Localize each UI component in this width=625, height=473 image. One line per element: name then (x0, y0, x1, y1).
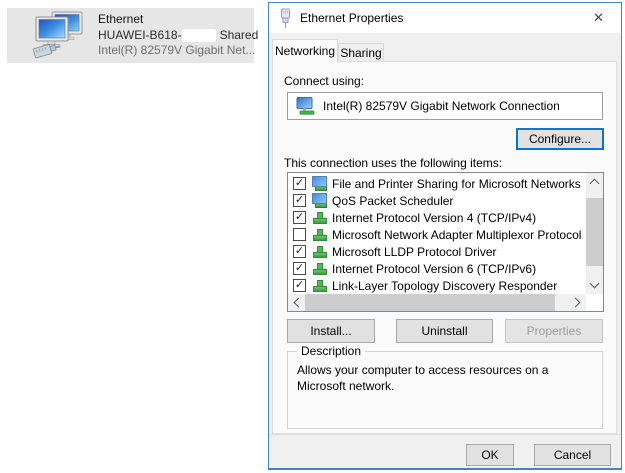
configure-button[interactable]: Configure... (516, 128, 604, 150)
redacted-text (181, 28, 216, 42)
dialog-titlebar: Ethernet Properties ✕ (269, 3, 621, 33)
dialog-title: Ethernet Properties (300, 11, 404, 25)
close-icon: ✕ (593, 9, 604, 25)
checkbox[interactable] (293, 228, 306, 241)
properties-button: Properties (505, 319, 603, 343)
description-text: Allows your computer to access resources… (297, 363, 549, 393)
checkbox[interactable]: ✓ (293, 194, 306, 207)
list-item-label: Internet Protocol Version 6 (TCP/IPv6) (332, 261, 537, 276)
protocol-icon (311, 261, 328, 276)
vertical-scrollbar-thumb[interactable] (586, 198, 603, 266)
ethernet-properties-dialog: Ethernet Properties ✕ Networking Sharing… (268, 2, 622, 470)
tab-networking[interactable]: Networking (272, 39, 338, 62)
connection-network: HUAWEI-B618- Shared (98, 27, 259, 42)
scroll-down-button[interactable] (586, 277, 603, 294)
network-adapter-icon (296, 97, 316, 115)
list-item-label: Link-Layer Topology Discovery Responder (332, 278, 558, 293)
list-item[interactable]: ✓ Link-Layer Topology Discovery Responde… (289, 277, 585, 294)
protocol-icon (311, 227, 328, 242)
scroll-right-button[interactable] (569, 294, 586, 311)
protocol-icon (311, 210, 328, 225)
adapter-name: Intel(R) 82579V Gigabit Network Connecti… (323, 99, 560, 113)
horizontal-scrollbar[interactable] (288, 294, 586, 311)
networking-tab-page: Connect using: Intel(R) 82579V Gigabit N… (272, 61, 617, 434)
dialog-footer: OK Cancel (269, 434, 621, 468)
checkbox[interactable]: ✓ (293, 245, 306, 258)
list-item[interactable]: ✓ Internet Protocol Version 4 (TCP/IPv4) (289, 209, 585, 226)
tab-sharing[interactable]: Sharing (338, 43, 384, 62)
checkbox[interactable]: ✓ (293, 211, 306, 224)
cancel-button[interactable]: Cancel (534, 444, 611, 466)
description-groupbox: Description Allows your computer to acce… (287, 344, 603, 429)
description-group-label: Description (297, 344, 366, 358)
service-icon (311, 176, 328, 191)
list-item[interactable]: ✓ File and Printer Sharing for Microsoft… (289, 175, 585, 192)
checkbox[interactable]: ✓ (293, 177, 306, 190)
protocol-icon (311, 278, 328, 293)
scroll-left-button[interactable] (288, 294, 305, 311)
checkbox[interactable]: ✓ (293, 279, 306, 292)
vertical-scrollbar[interactable] (586, 173, 603, 294)
connection-items-list: ✓ File and Printer Sharing for Microsoft… (287, 172, 604, 312)
close-button[interactable]: ✕ (576, 3, 621, 32)
ethernet-connection-icon (32, 11, 86, 61)
list-item-label: Microsoft Network Adapter Multiplexor Pr… (332, 227, 582, 242)
chevron-right-icon (570, 297, 581, 308)
list-item[interactable]: Microsoft Network Adapter Multiplexor Pr… (289, 226, 585, 243)
connect-using-label: Connect using: (284, 74, 365, 88)
checkbox[interactable]: ✓ (293, 262, 306, 275)
chevron-down-icon (589, 278, 600, 289)
install-button[interactable]: Install... (287, 319, 375, 343)
ok-button[interactable]: OK (466, 444, 514, 466)
list-item-label: Microsoft LLDP Protocol Driver (332, 244, 497, 259)
horizontal-scrollbar-thumb[interactable] (305, 294, 555, 311)
list-item-label: File and Printer Sharing for Microsoft N… (332, 176, 581, 191)
protocol-icon (311, 244, 328, 259)
list-item-label: QoS Packet Scheduler (332, 193, 454, 208)
connection-adapter: Intel(R) 82579V Gigabit Net... (98, 43, 256, 57)
list-item[interactable]: ✓ Internet Protocol Version 6 (TCP/IPv6) (289, 260, 585, 277)
ethernet-plug-icon (279, 8, 292, 29)
chevron-left-icon (293, 297, 304, 308)
list-item-label: Internet Protocol Version 4 (TCP/IPv4) (332, 210, 537, 225)
list-item[interactable]: ✓ QoS Packet Scheduler (289, 192, 585, 209)
connection-name: Ethernet (98, 12, 144, 26)
chevron-up-icon (589, 178, 600, 189)
service-icon (311, 193, 328, 208)
uninstall-button[interactable]: Uninstall (396, 319, 493, 343)
list-item[interactable]: ✓ Microsoft LLDP Protocol Driver (289, 243, 585, 260)
connection-items-label: This connection uses the following items… (284, 156, 503, 170)
adapter-display-box: Intel(R) 82579V Gigabit Network Connecti… (287, 92, 603, 120)
network-connection-item[interactable]: Ethernet HUAWEI-B618- Shared Intel(R) 825… (7, 8, 259, 63)
scroll-up-button[interactable] (586, 173, 603, 190)
